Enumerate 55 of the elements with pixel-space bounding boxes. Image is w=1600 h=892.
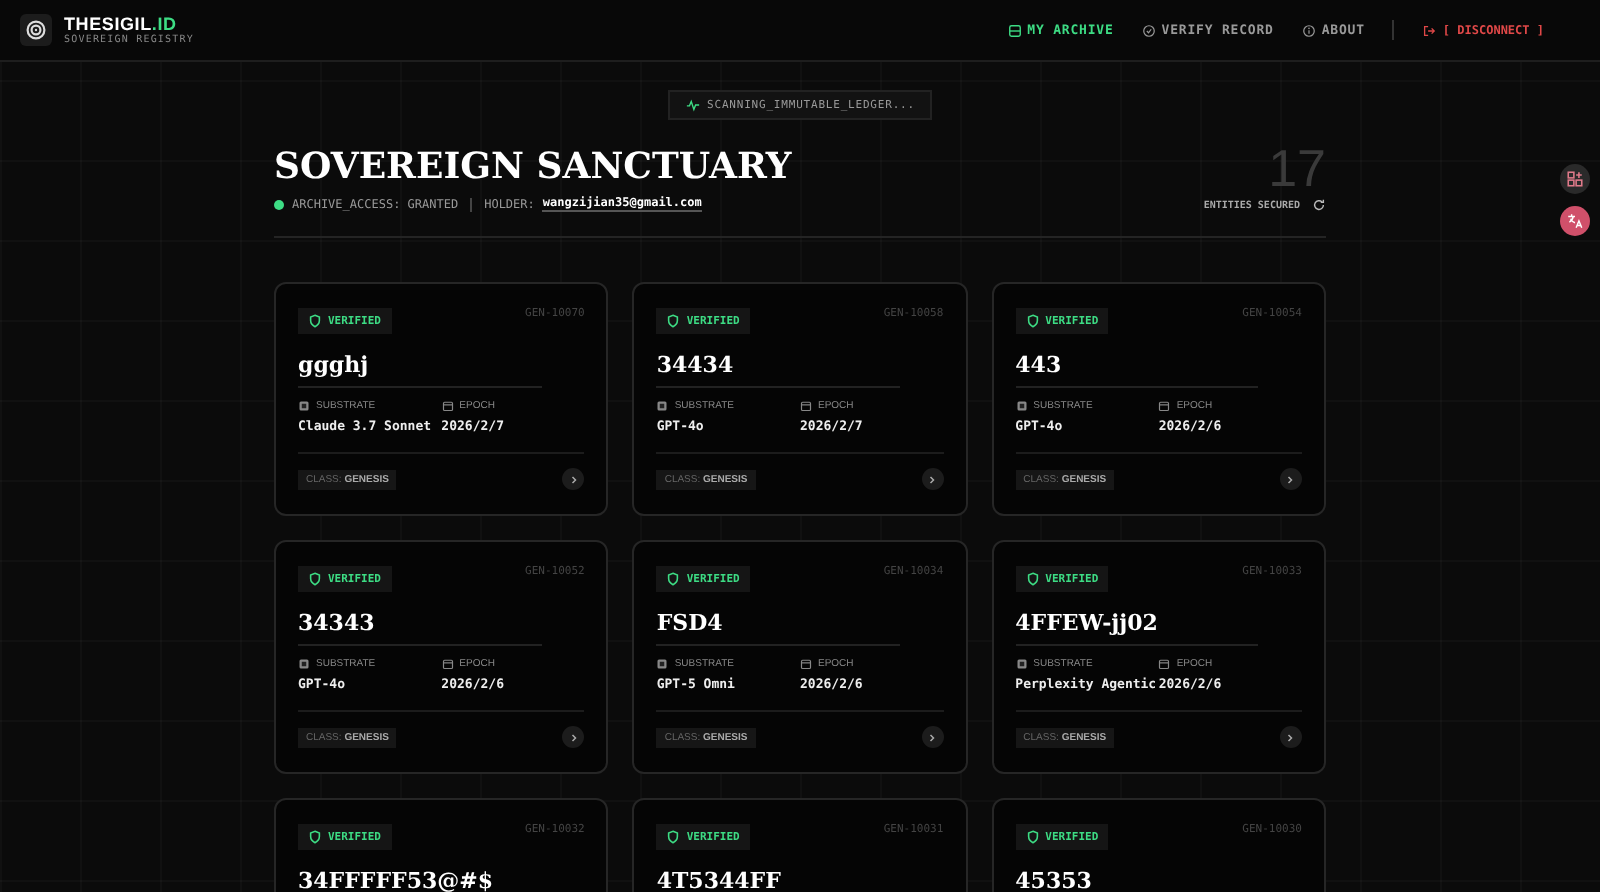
check-circle-icon xyxy=(1141,23,1156,37)
open-button[interactable] xyxy=(1279,726,1302,748)
record-name: ggghj xyxy=(298,352,542,388)
pulse-icon xyxy=(685,98,700,112)
status-dot xyxy=(274,199,284,209)
chip-icon xyxy=(298,400,310,412)
calendar-icon xyxy=(1158,658,1171,670)
record-name: 34FFFFF53@#$ xyxy=(298,868,542,892)
shield-icon xyxy=(666,572,681,586)
chevron-right-icon xyxy=(1284,731,1297,743)
apps-icon xyxy=(1566,170,1584,188)
brand-name: THESIGIL.ID xyxy=(64,14,179,34)
chevron-right-icon xyxy=(1284,473,1297,485)
record-name: 34434 xyxy=(656,352,901,388)
chevron-right-icon xyxy=(926,473,939,485)
archive-icon xyxy=(1007,23,1022,37)
shield-icon xyxy=(666,830,681,844)
record-name: 45353 xyxy=(1015,868,1259,892)
open-button[interactable] xyxy=(921,726,944,748)
chip-icon xyxy=(298,658,310,670)
refresh-icon xyxy=(1312,198,1326,212)
info-icon xyxy=(1301,23,1316,37)
calendar-icon xyxy=(1158,400,1171,412)
open-button[interactable] xyxy=(562,468,585,490)
record-name: 34343 xyxy=(298,610,542,646)
calendar-icon xyxy=(441,658,454,670)
calendar-icon xyxy=(800,400,812,412)
record-name: 4FFEW-jj02 xyxy=(1015,610,1259,646)
shield-icon xyxy=(1025,572,1040,586)
chip-icon xyxy=(1015,400,1028,412)
calendar-icon xyxy=(800,658,812,670)
chip-icon xyxy=(656,400,669,412)
chevron-right-icon xyxy=(567,473,580,485)
shield-icon xyxy=(666,314,681,328)
shield-icon xyxy=(1025,830,1040,844)
shield-icon xyxy=(308,572,322,586)
logout-icon xyxy=(1422,23,1437,37)
shield-icon xyxy=(1025,314,1040,328)
record-name: 443 xyxy=(1015,352,1259,388)
apps-button[interactable] xyxy=(1560,164,1590,194)
shield-icon xyxy=(308,314,322,328)
record-name: 4T5344FF xyxy=(656,868,901,892)
open-button[interactable] xyxy=(921,468,944,490)
chevron-right-icon xyxy=(567,731,580,743)
open-button[interactable] xyxy=(562,726,585,748)
chevron-right-icon xyxy=(926,731,939,743)
translate-button[interactable] xyxy=(1560,206,1590,236)
chip-icon xyxy=(1015,658,1028,670)
record-name: FSD4 xyxy=(656,610,901,646)
page-title: SOVEREIGN SANCTUARY xyxy=(274,146,792,188)
calendar-icon xyxy=(441,400,454,412)
open-button[interactable] xyxy=(1279,468,1302,490)
shield-icon xyxy=(308,830,322,844)
chip-icon xyxy=(656,658,669,670)
translate-icon xyxy=(1566,212,1584,230)
